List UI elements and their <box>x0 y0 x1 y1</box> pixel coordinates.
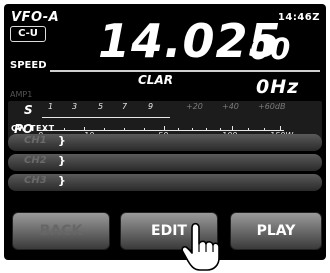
radio-display: VFO-A C-U 14:46Z SPEED 14.025 00 CLAR 0H… <box>4 4 326 260</box>
cw-channel-2-label: CH2 <box>24 155 47 166</box>
text-cursor: } <box>58 174 66 187</box>
clar-value: 0Hz <box>256 76 300 98</box>
speed-label: SPEED <box>10 60 47 71</box>
s-scale-3: 3 <box>72 102 78 111</box>
clar-label: CLAR <box>138 73 173 87</box>
speed-underline <box>50 70 320 72</box>
mode-badge[interactable]: C-U <box>10 26 46 42</box>
amp-label: AMP1 <box>10 90 33 99</box>
cw-channel-1[interactable]: CH1 } <box>8 134 322 151</box>
vfo-label: VFO-A <box>11 10 60 25</box>
text-cursor: } <box>58 134 66 147</box>
s-meter-label: S <box>24 103 33 117</box>
s-scale-1: 1 <box>48 102 54 111</box>
cw-channel-2[interactable]: CH2 } <box>8 154 322 171</box>
cw-channel-3-label: CH3 <box>24 175 47 186</box>
s-scale-plus40: +40 <box>222 102 239 111</box>
back-button[interactable]: BACK <box>12 212 110 250</box>
s-scale-baseline <box>42 117 170 118</box>
s-scale-plus60db: +60dB <box>258 102 286 111</box>
s-scale-7: 7 <box>122 102 128 111</box>
cw-channel-1-label: CH1 <box>24 135 47 146</box>
s-scale-9: 9 <box>148 102 154 111</box>
frequency-sub-digits: 00 <box>250 32 291 66</box>
play-button[interactable]: PLAY <box>230 212 322 250</box>
text-cursor: } <box>58 154 66 167</box>
s-scale-5: 5 <box>98 102 104 111</box>
pointing-hand-icon <box>181 222 220 271</box>
s-scale-plus20: +20 <box>186 102 203 111</box>
cw-text-title: CW TEXT <box>11 124 55 133</box>
clock-time: 14:46Z <box>277 12 320 23</box>
cw-channel-3[interactable]: CH3 } <box>8 174 322 191</box>
